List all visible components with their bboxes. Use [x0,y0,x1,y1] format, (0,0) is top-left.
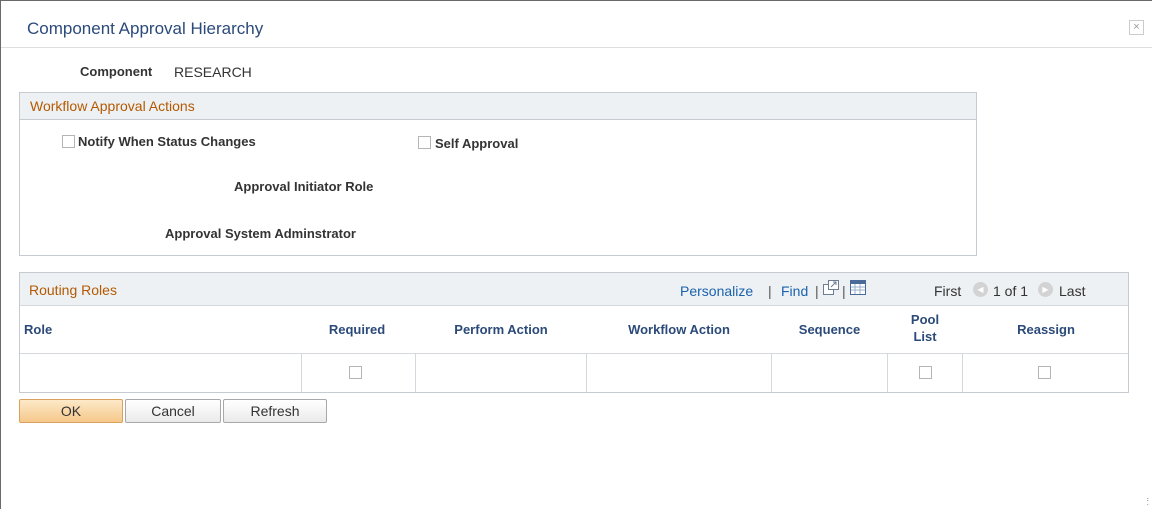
col-header-required[interactable]: Required [302,321,412,338]
component-label: Component [80,64,153,79]
approval-hierarchy-modal: Component Approval Hierarchy × Component… [0,0,1152,509]
cancel-button[interactable]: Cancel [125,399,221,423]
column-header-row: Role Required Perform Action Workflow Ac… [20,306,1128,354]
col-header-workflow-action[interactable]: Workflow Action [587,321,771,338]
ok-button[interactable]: OK [19,399,123,423]
col-header-pool-list-line2: List [913,329,937,344]
close-icon[interactable]: × [1129,20,1144,35]
col-header-role[interactable]: Role [24,321,52,338]
notify-status-checkbox[interactable] [62,135,75,148]
approval-system-admin-label: Approval System Adminstrator [165,226,356,241]
separator: | [815,283,819,299]
col-header-perform-action[interactable]: Perform Action [416,321,586,338]
next-arrow-icon[interactable]: ▶ [1038,282,1053,297]
nav-last-label[interactable]: Last [1059,283,1085,299]
title-divider [1,47,1152,48]
reassign-checkbox[interactable] [1038,366,1051,379]
approval-initiator-role-label: Approval Initiator Role [234,179,374,194]
col-header-reassign[interactable]: Reassign [963,321,1128,338]
nav-first-label[interactable]: First [934,283,961,299]
nav-position: 1 of 1 [993,283,1029,299]
personalize-link[interactable]: Personalize [680,283,753,299]
separator: | [842,283,846,299]
component-value: RESEARCH [174,64,252,80]
routing-roles-title: Routing Roles [29,282,117,298]
resize-grip-icon[interactable]: .: [1146,492,1149,507]
workflow-approval-actions-group: Workflow Approval Actions Notify When St… [19,92,977,256]
col-header-pool-list-line1: Pool [910,312,940,327]
workflow-approval-actions-header: Workflow Approval Actions [20,93,976,120]
download-spreadsheet-icon[interactable] [850,280,866,295]
modal-title: Component Approval Hierarchy [27,19,264,38]
pool-list-checkbox[interactable] [919,366,932,379]
routing-roles-grid: Routing Roles Personalize | Find | | Fir… [19,272,1129,393]
col-header-pool-list[interactable]: Pool List [888,311,962,345]
table-row [20,354,1128,392]
notify-status-label: Notify When Status Changes [78,134,256,149]
refresh-button[interactable]: Refresh [223,399,327,423]
self-approval-label: Self Approval [435,136,519,151]
separator: | [768,283,772,299]
self-approval-checkbox[interactable] [418,136,431,149]
required-checkbox[interactable] [349,366,362,379]
view-all-icon[interactable] [823,280,839,295]
find-link[interactable]: Find [781,283,808,299]
routing-roles-header-bar: Routing Roles Personalize | Find | | Fir… [20,273,1128,306]
col-header-sequence[interactable]: Sequence [772,321,887,338]
previous-arrow-icon[interactable]: ◀ [973,282,988,297]
